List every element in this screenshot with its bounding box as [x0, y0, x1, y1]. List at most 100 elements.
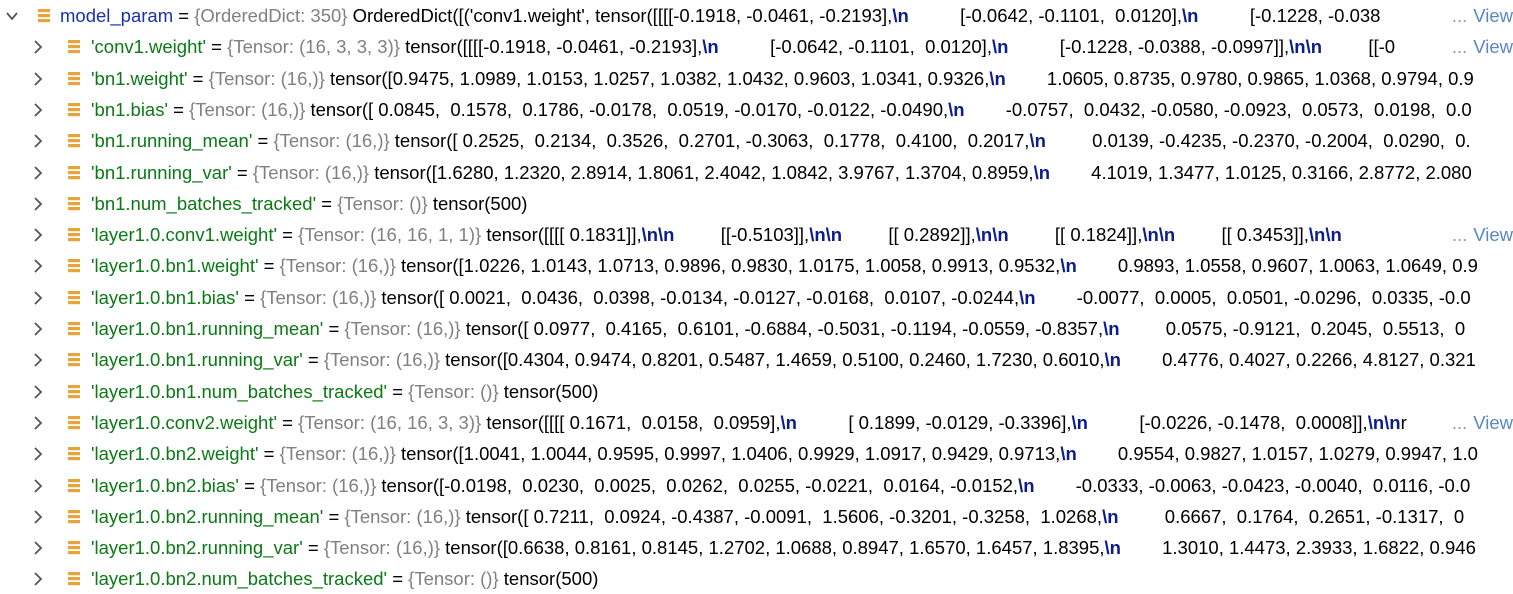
tree-row[interactable]: 'bn1.num_batches_tracked' = {Tensor: ()}…: [0, 189, 1513, 220]
value-text: tensor([-0.0198, 0.0230, 0.0025, 0.0262,…: [381, 474, 1019, 496]
chevron-right-icon[interactable]: [32, 227, 44, 243]
type-hint: {Tensor: (16,)}: [252, 161, 375, 183]
tree-row[interactable]: 'layer1.0.bn2.num_batches_tracked' = {Te…: [0, 564, 1513, 594]
variable-field-icon: [66, 132, 82, 150]
row-content: 'layer1.0.bn1.running_mean' = {Tensor: (…: [91, 318, 1465, 340]
value-text: [[-0.5103]],: [674, 224, 810, 246]
value-text: tensor([1.6280, 1.2320, 2.8914, 1.8061, …: [374, 161, 1034, 183]
view-link[interactable]: View: [1473, 36, 1513, 57]
variable-field-icon: [66, 508, 82, 526]
equals-sign: =: [316, 192, 338, 214]
tree-row[interactable]: 'bn1.weight' = {Tensor: (16,)} tensor([0…: [0, 64, 1513, 95]
key-name: 'layer1.0.bn2.running_var': [91, 537, 303, 559]
tree-row-model-param[interactable]: model_param = {OrderedDict: 350} Ordered…: [0, 1, 1513, 32]
row-content: 'layer1.0.bn2.running_mean' = {Tensor: (…: [91, 506, 1464, 528]
view-link-group[interactable]: ... View: [1447, 5, 1513, 27]
key-name: 'bn1.bias': [91, 98, 169, 120]
chevron-right-icon[interactable]: [32, 571, 44, 587]
chevron-down-icon[interactable]: [6, 9, 18, 25]
tree-row[interactable]: 'layer1.0.bn2.weight' = {Tensor: (16,)} …: [0, 439, 1513, 470]
tree-row[interactable]: 'layer1.0.bn2.running_mean' = {Tensor: (…: [0, 502, 1513, 533]
tree-row[interactable]: 'layer1.0.bn1.num_batches_tracked' = {Te…: [0, 377, 1513, 408]
variable-field-icon: [66, 257, 82, 275]
chevron-right-icon[interactable]: [32, 415, 44, 431]
value-text: 0.4776, 0.4027, 0.2266, 4.8127, 0.321: [1120, 349, 1476, 371]
tree-row[interactable]: 'layer1.0.bn1.running_mean' = {Tensor: (…: [0, 314, 1513, 345]
value-text: OrderedDict([('conv1.weight', tensor([[[…: [352, 5, 893, 26]
chevron-right-icon[interactable]: [32, 384, 44, 400]
chevron-right-icon[interactable]: [32, 102, 44, 118]
chevron-right-icon[interactable]: [32, 478, 44, 494]
tree-row[interactable]: 'layer1.0.bn1.bias' = {Tensor: (16,)} te…: [0, 283, 1513, 314]
type-hint: {Tensor: ()}: [408, 568, 504, 590]
key-name: 'bn1.weight': [91, 67, 188, 89]
tree-row[interactable]: 'bn1.running_var' = {Tensor: (16,)} tens…: [0, 158, 1513, 189]
value-text: tensor([1.0041, 1.0044, 0.9595, 0.9997, …: [400, 443, 1061, 465]
key-name: 'layer1.0.bn2.num_batches_tracked': [91, 568, 388, 590]
chevron-right-icon[interactable]: [32, 133, 44, 149]
variable-field-icon: [66, 351, 82, 369]
newline-escape: \n\n: [1367, 411, 1401, 433]
ellipsis: ...: [1451, 411, 1468, 433]
variable-field-icon: [66, 320, 82, 338]
chevron-right-icon[interactable]: [32, 290, 44, 306]
view-link[interactable]: View: [1473, 224, 1513, 245]
value-text: [[ 0.3453]],: [1175, 224, 1309, 246]
view-link-group[interactable]: ... View: [1447, 411, 1513, 434]
row-content: 'layer1.0.bn1.running_var' = {Tensor: (1…: [91, 349, 1476, 371]
tree-row[interactable]: 'layer1.0.conv2.weight' = {Tensor: (16, …: [0, 408, 1513, 439]
value-text: tensor([[[[-0.1918, -0.0461, -0.2193],: [405, 36, 703, 58]
newline-escape: \n: [1029, 130, 1046, 152]
view-link-group[interactable]: ... View: [1447, 36, 1513, 59]
key-name: 'layer1.0.conv1.weight': [91, 224, 278, 246]
row-content: 'layer1.0.bn1.weight' = {Tensor: (16,)} …: [91, 255, 1478, 277]
tree-row[interactable]: 'layer1.0.bn2.bias' = {Tensor: (16,)} te…: [0, 471, 1513, 502]
type-hint: {Tensor: ()}: [337, 192, 433, 214]
tree-row[interactable]: 'layer1.0.bn1.weight' = {Tensor: (16,)} …: [0, 251, 1513, 282]
equals-sign: =: [231, 161, 253, 183]
value-text: 0.9554, 0.9827, 1.0157, 1.0279, 0.9947, …: [1076, 443, 1478, 465]
chevron-right-icon[interactable]: [32, 196, 44, 212]
equals-sign: =: [252, 130, 274, 152]
chevron-right-icon[interactable]: [32, 352, 44, 368]
tree-row[interactable]: 'layer1.0.bn1.running_var' = {Tensor: (1…: [0, 345, 1513, 376]
value-text: 0.6667, 0.1764, 0.2651, -0.1317, 0: [1118, 505, 1465, 527]
view-link[interactable]: View: [1473, 5, 1513, 26]
type-hint: {Tensor: (16,)}: [323, 349, 446, 371]
view-link-group[interactable]: ... View: [1447, 224, 1513, 247]
chevron-right-icon[interactable]: [32, 71, 44, 87]
value-text: tensor([0.4304, 0.9474, 0.8201, 0.5487, …: [445, 349, 1105, 371]
value-text: [[-0: [1322, 36, 1396, 58]
value-text: [[ 0.2892]],: [842, 224, 976, 246]
newline-escape: \n: [991, 36, 1009, 58]
value-text: 4.1019, 1.3477, 1.0125, 0.3166, 2.8772, …: [1050, 161, 1472, 183]
equals-sign: =: [238, 286, 261, 308]
tree-row[interactable]: 'bn1.running_mean' = {Tensor: (16,)} ten…: [0, 126, 1513, 157]
chevron-right-icon[interactable]: [32, 446, 44, 462]
chevron-right-icon[interactable]: [32, 321, 44, 337]
value-text: -0.0757, 0.0432, -0.0580, -0.0923, 0.057…: [964, 98, 1472, 120]
chevron-right-icon[interactable]: [32, 258, 44, 274]
tree-row[interactable]: 'conv1.weight' = {Tensor: (16, 3, 3, 3)}…: [0, 32, 1513, 63]
chevron-right-icon[interactable]: [32, 540, 44, 556]
chevron-right-icon[interactable]: [32, 509, 44, 525]
tree-row[interactable]: 'bn1.bias' = {Tensor: (16,)} tensor([ 0.…: [0, 95, 1513, 126]
key-name: 'layer1.0.bn1.running_var': [91, 349, 303, 371]
type-hint: {Tensor: (16,)}: [323, 537, 446, 559]
type-hint: {Tensor: (16, 16, 1, 1)}: [298, 224, 487, 246]
chevron-right-icon[interactable]: [32, 39, 44, 55]
newline-escape: \n: [948, 98, 965, 120]
key-name: 'layer1.0.bn1.num_batches_tracked': [91, 380, 388, 402]
view-link[interactable]: View: [1473, 412, 1513, 433]
equals-sign: =: [168, 98, 190, 120]
type-hint: {Tensor: (16,)}: [260, 474, 382, 496]
value-text: tensor([ 0.0977, 0.4165, 0.6101, -0.6884…: [465, 318, 1104, 339]
tree-row[interactable]: 'layer1.0.conv1.weight' = {Tensor: (16, …: [0, 220, 1513, 251]
value-text: -0.0333, -0.0063, -0.0423, -0.0040, 0.01…: [1034, 474, 1471, 496]
type-hint: {Tensor: (16,)}: [279, 255, 401, 277]
tree-row[interactable]: 'layer1.0.bn2.running_var' = {Tensor: (1…: [0, 533, 1513, 564]
chevron-right-icon[interactable]: [32, 165, 44, 181]
variable-name: model_param: [60, 5, 174, 26]
value-text: [-0.0642, -0.1101, 0.0120],: [908, 5, 1182, 26]
ellipsis: ...: [1451, 224, 1468, 246]
